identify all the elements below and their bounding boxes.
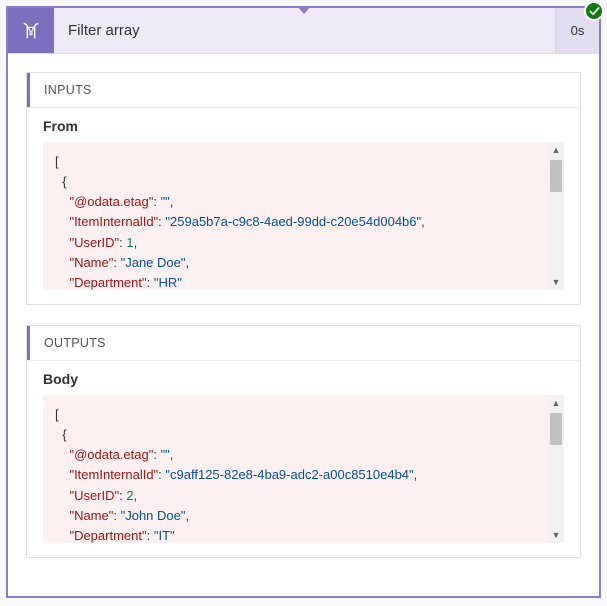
- code-token: "@odata.etag": [69, 447, 153, 462]
- inputs-section-label: From: [27, 107, 580, 142]
- outputs-code-block[interactable]: [ { "@odata.etag": "", "ItemInternalId":…: [43, 395, 564, 543]
- code-line: "UserID": 2,: [55, 486, 546, 506]
- scroll-up-arrow-icon[interactable]: ▲: [548, 142, 564, 158]
- outputs-code-wrap: [ { "@odata.etag": "", "ItemInternalId":…: [43, 395, 564, 543]
- outputs-panel: OUTPUTS Body [ { "@odata.etag": "", "Ite…: [26, 325, 581, 558]
- code-line: "@odata.etag": "",: [55, 192, 546, 212]
- outputs-scrollbar[interactable]: ▲ ▼: [548, 395, 564, 543]
- code-token: 2: [126, 488, 133, 503]
- inputs-panel: INPUTS From [ { "@odata.etag": "", "Item…: [26, 72, 581, 305]
- code-token: "HR": [154, 275, 182, 290]
- scroll-thumb[interactable]: [550, 160, 562, 192]
- code-token: {: [62, 174, 66, 189]
- code-token: "Department": [69, 275, 146, 290]
- scroll-track[interactable]: [548, 158, 564, 274]
- code-token: "": [161, 194, 170, 209]
- inputs-code-block[interactable]: [ { "@odata.etag": "", "ItemInternalId":…: [43, 142, 564, 290]
- inputs-scrollbar[interactable]: ▲ ▼: [548, 142, 564, 290]
- code-token: :: [147, 528, 154, 543]
- scroll-down-arrow-icon[interactable]: ▼: [548, 527, 564, 543]
- code-token: "Name": [69, 255, 113, 270]
- code-token: ,: [186, 255, 190, 270]
- outputs-section-label: Body: [27, 360, 580, 395]
- code-line: "Department": "HR": [55, 273, 546, 290]
- code-line: "ItemInternalId": "c9aff125-82e8-4ba9-ad…: [55, 465, 546, 485]
- code-token: ,: [170, 194, 174, 209]
- code-token: :: [147, 275, 154, 290]
- filter-array-icon: [20, 20, 42, 42]
- card-body: INPUTS From [ { "@odata.etag": "", "Item…: [8, 54, 599, 596]
- code-token: "ItemInternalId": [69, 467, 158, 482]
- inputs-label: INPUTS: [27, 73, 580, 107]
- code-token: [: [55, 154, 59, 169]
- card-title: Filter array: [54, 8, 555, 53]
- outputs-label: OUTPUTS: [27, 326, 580, 360]
- check-icon: [589, 6, 600, 17]
- code-line: {: [55, 425, 546, 445]
- scroll-down-arrow-icon[interactable]: ▼: [548, 274, 564, 290]
- code-line: "Department": "IT": [55, 526, 546, 543]
- code-token: "ItemInternalId": [69, 214, 158, 229]
- code-token: "Department": [69, 528, 146, 543]
- code-line: "ItemInternalId": "259a5b7a-c9c8-4aed-99…: [55, 212, 546, 232]
- action-card: Filter array 0s INPUTS From [ { "@odata.…: [6, 6, 601, 598]
- code-line: "Name": "John Doe",: [55, 506, 546, 526]
- scroll-track[interactable]: [548, 411, 564, 527]
- code-token: :: [153, 447, 160, 462]
- action-type-icon-box: [8, 8, 54, 53]
- code-token: ,: [414, 467, 418, 482]
- flow-connector-icon: [298, 7, 310, 14]
- code-token: "@odata.etag": [69, 194, 153, 209]
- code-token: :: [113, 508, 120, 523]
- inputs-code-wrap: [ { "@odata.etag": "", "ItemInternalId":…: [43, 142, 564, 290]
- code-line: "@odata.etag": "",: [55, 445, 546, 465]
- code-line: [: [55, 152, 546, 172]
- code-token: "John Doe": [121, 508, 186, 523]
- code-line: "Name": "Jane Doe",: [55, 253, 546, 273]
- scroll-thumb[interactable]: [550, 413, 562, 445]
- success-badge: [584, 1, 604, 21]
- code-token: ,: [134, 235, 138, 250]
- code-token: "": [161, 447, 170, 462]
- code-token: "Name": [69, 508, 113, 523]
- code-line: "UserID": 1,: [55, 233, 546, 253]
- code-token: "Jane Doe": [121, 255, 186, 270]
- code-token: ,: [186, 508, 190, 523]
- card-header[interactable]: Filter array 0s: [8, 8, 599, 54]
- code-line: {: [55, 172, 546, 192]
- code-token: "c9aff125-82e8-4ba9-adc2-a00c8510e4b4": [165, 467, 413, 482]
- code-token: {: [62, 427, 66, 442]
- code-token: ,: [421, 214, 425, 229]
- code-token: :: [113, 255, 120, 270]
- code-token: 1: [126, 235, 133, 250]
- code-token: "UserID": [69, 235, 119, 250]
- code-token: "UserID": [69, 488, 119, 503]
- code-token: "IT": [154, 528, 175, 543]
- code-token: "259a5b7a-c9c8-4aed-99dd-c20e54d004b6": [165, 214, 421, 229]
- scroll-up-arrow-icon[interactable]: ▲: [548, 395, 564, 411]
- code-token: ,: [134, 488, 138, 503]
- code-token: :: [153, 194, 160, 209]
- code-token: ,: [170, 447, 174, 462]
- code-line: [: [55, 405, 546, 425]
- code-token: [: [55, 407, 59, 422]
